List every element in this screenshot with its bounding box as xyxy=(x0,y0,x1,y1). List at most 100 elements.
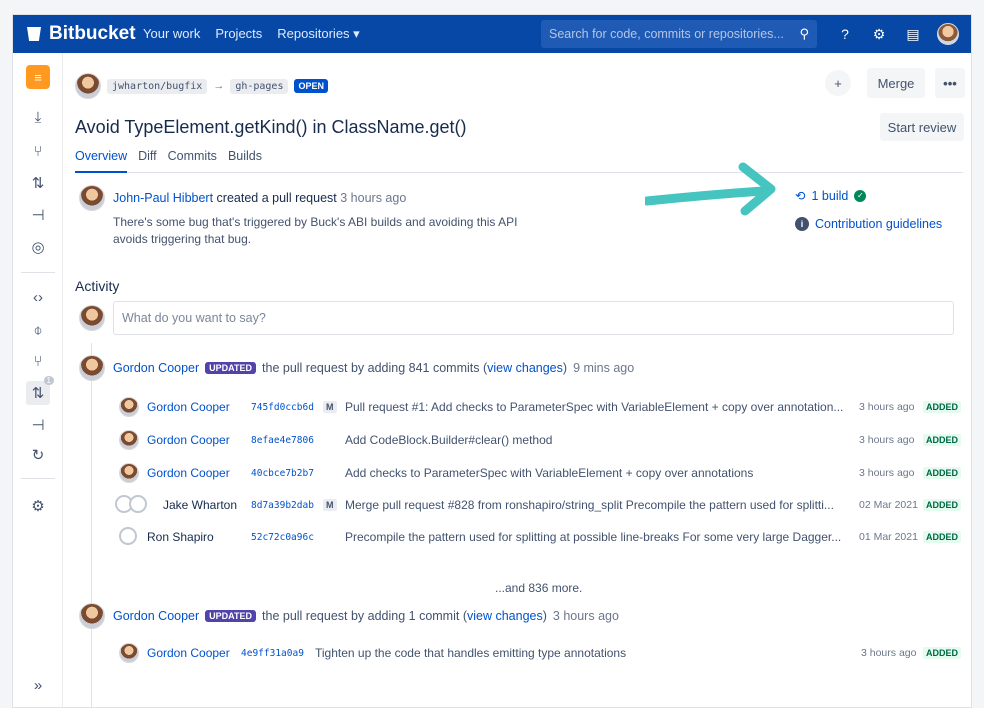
guidelines-label: Contribution guidelines xyxy=(815,217,943,231)
user-avatar[interactable] xyxy=(937,23,959,45)
event-author[interactable]: Gordon Cooper xyxy=(113,609,199,623)
brand-name: Bitbucket xyxy=(49,23,136,44)
nav-your-work[interactable]: Your work xyxy=(143,26,200,42)
view-changes-link[interactable]: view changes xyxy=(467,609,543,623)
app-window: Bitbucket Your work Projects Repositorie… xyxy=(12,14,972,708)
start-review-button[interactable]: Start review xyxy=(880,113,964,141)
clone-icon[interactable]: ⤓ xyxy=(26,105,50,129)
merge-button[interactable]: Merge xyxy=(867,68,925,98)
activity-timeline-line xyxy=(91,343,92,707)
compare-icon[interactable]: ◎ xyxy=(26,235,50,259)
nav-repositories[interactable]: Repositories ▾ xyxy=(277,26,359,42)
event-author-avatar[interactable] xyxy=(79,355,105,381)
pr-author-avatar[interactable] xyxy=(79,185,105,211)
commit-row[interactable]: Gordon Cooper 40cbce7b2b7 Add checks to … xyxy=(119,463,965,485)
commit-time: 3 hours ago xyxy=(859,434,915,446)
event-author-avatar[interactable] xyxy=(79,603,105,629)
added-badge: ADDED xyxy=(922,467,961,479)
deployments-icon[interactable]: ↻ xyxy=(26,443,50,467)
tab-diff[interactable]: Diff xyxy=(138,149,157,172)
commit-row[interactable]: Ron Shapiro 52c72c0a96c Precompile the p… xyxy=(119,527,965,549)
pull-requests-icon[interactable]: ⇅ xyxy=(26,171,50,195)
commit-hash[interactable]: 52c72c0a96c xyxy=(251,532,314,543)
branches-icon-2[interactable]: ⑂ xyxy=(26,349,50,373)
event-time: 3 hours ago xyxy=(552,609,619,623)
target-branch[interactable]: gh-pages xyxy=(230,78,289,94)
nav-projects[interactable]: Projects xyxy=(215,26,262,42)
commit-author[interactable]: Ron Shapiro xyxy=(147,530,214,544)
commit-hash[interactable]: 4e9ff31a0a9 xyxy=(241,648,304,659)
build-status-link[interactable]: ⟲ 1 build ✓ xyxy=(795,188,867,203)
pr-count-badge: 1 xyxy=(43,376,54,385)
event-author[interactable]: Gordon Cooper xyxy=(113,361,199,375)
commit-hash[interactable]: 8d7a39b2dab xyxy=(251,500,314,511)
commit-author-avatar xyxy=(119,397,139,417)
more-actions-button[interactable]: ••• xyxy=(935,68,965,98)
commit-message[interactable]: Add CodeBlock.Builder#clear() method xyxy=(345,433,851,447)
commits-icon[interactable]: ⌽ xyxy=(26,318,50,342)
search-icon[interactable]: ⚲ xyxy=(799,20,809,48)
commit-time: 3 hours ago xyxy=(861,647,917,659)
repo-logo-icon[interactable]: ≡ xyxy=(26,65,50,89)
branches-icon[interactable]: ⑂ xyxy=(26,139,50,163)
commit-message[interactable]: Pull request #1: Add checks to Parameter… xyxy=(345,400,851,414)
status-badge: OPEN xyxy=(294,79,328,93)
commit-message[interactable]: Tighten up the code that handles emittin… xyxy=(315,646,851,660)
build-success-icon: ✓ xyxy=(854,189,867,202)
commit-author[interactable]: Gordon Cooper xyxy=(147,400,230,414)
tab-builds[interactable]: Builds xyxy=(228,149,262,172)
source-branch[interactable]: jwharton/bugfix xyxy=(107,78,208,94)
source-icon[interactable]: ‹› xyxy=(26,285,50,309)
activity-event: Gordon Cooper UPDATED the pull request b… xyxy=(113,361,634,375)
expand-sidebar-icon[interactable]: » xyxy=(26,673,50,697)
commit-author-avatar xyxy=(119,643,139,663)
commit-row[interactable]: Gordon Cooper 4e9ff31a0a9 Tighten up the… xyxy=(119,643,965,665)
notifications-icon[interactable]: ▤ xyxy=(903,24,923,44)
bitbucket-logo[interactable]: Bitbucket xyxy=(13,23,143,45)
pipelines-icon[interactable]: ⊣ xyxy=(26,413,50,437)
updated-badge: UPDATED xyxy=(205,610,257,622)
commit-hash[interactable]: 745fd0ccb6d xyxy=(251,402,314,413)
settings-icon[interactable]: ⚙ xyxy=(869,24,889,44)
activity-heading: Activity xyxy=(75,278,120,294)
commit-message[interactable]: Add checks to ParameterSpec with Variabl… xyxy=(345,466,851,480)
commit-hash[interactable]: 8efae4e7806 xyxy=(251,435,314,446)
search-input[interactable]: Search for code, commits or repositories… xyxy=(541,20,817,48)
settings-icon-sidebar[interactable]: ⚙ xyxy=(26,494,50,518)
contribution-guidelines-link[interactable]: i Contribution guidelines xyxy=(795,217,942,231)
build-sync-icon: ⟲ xyxy=(795,189,806,203)
more-commits-link[interactable]: ...and 836 more. xyxy=(495,581,582,595)
tab-commits[interactable]: Commits xyxy=(168,149,217,172)
commit-row[interactable]: Gordon Cooper 745fd0ccb6d M Pull request… xyxy=(119,397,965,419)
comment-input[interactable]: What do you want to say? xyxy=(113,301,954,335)
commit-author-avatar xyxy=(119,463,139,483)
tab-overview[interactable]: Overview xyxy=(75,149,128,173)
repo-sidebar: ≡ ⤓ ⑂ ⇅ ⊣ ◎ ‹› ⌽ ⑂ ⇅ 1 ⊣ ↻ ⚙ » xyxy=(13,53,63,707)
search-placeholder: Search for code, commits or repositories… xyxy=(549,27,784,41)
commit-author[interactable]: Gordon Cooper xyxy=(147,433,230,447)
arrow-icon: → xyxy=(213,80,225,92)
pr-tabs: Overview Diff Commits Builds xyxy=(75,149,963,173)
commit-author[interactable]: Jake Wharton xyxy=(163,498,237,512)
pr-author-name[interactable]: John-Paul Hibbert xyxy=(113,191,213,205)
top-navigation-bar: Bitbucket Your work Projects Repositorie… xyxy=(13,15,971,53)
pull-request-main: jwharton/bugfix → gh-pages OPEN + Merge … xyxy=(75,53,965,707)
commit-row[interactable]: Jake Wharton 8d7a39b2dab M Merge pull re… xyxy=(115,495,965,517)
help-icon[interactable]: ? xyxy=(835,24,855,44)
pr-description: There's some bug that's triggered by Buc… xyxy=(113,215,518,246)
commit-author[interactable]: Gordon Cooper xyxy=(147,466,230,480)
commit-message[interactable]: Merge pull request #828 from ronshapiro/… xyxy=(345,498,851,512)
fork-icon[interactable]: ⊣ xyxy=(26,203,50,227)
merge-badge: M xyxy=(323,401,337,413)
add-button[interactable]: + xyxy=(825,70,851,96)
view-changes-link[interactable]: view changes xyxy=(487,361,563,375)
commit-row[interactable]: Gordon Cooper 8efae4e7806 Add CodeBlock.… xyxy=(119,430,965,452)
commit-message[interactable]: Precompile the pattern used for splittin… xyxy=(345,530,851,544)
commit-time: 01 Mar 2021 xyxy=(859,531,918,543)
pull-requests-icon-active[interactable]: ⇅ 1 xyxy=(26,376,54,405)
commit-hash[interactable]: 40cbce7b2b7 xyxy=(251,468,314,479)
commit-author-avatar xyxy=(119,430,139,450)
author-avatar[interactable] xyxy=(75,73,101,99)
annotation-arrow-icon xyxy=(645,162,776,216)
commit-author[interactable]: Gordon Cooper xyxy=(147,646,230,660)
